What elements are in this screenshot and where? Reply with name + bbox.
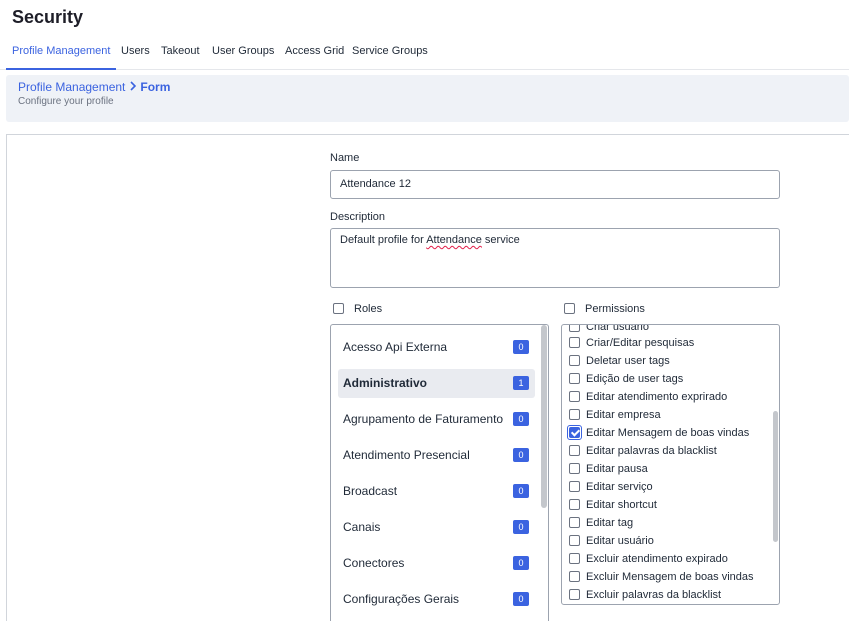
- tab-user-groups[interactable]: User Groups: [212, 33, 274, 70]
- description-label: Description: [330, 211, 386, 223]
- permission-checkbox[interactable]: [569, 337, 580, 348]
- tab-service-groups[interactable]: Service Groups: [352, 33, 428, 70]
- roles-select-all-checkbox[interactable]: [333, 303, 344, 314]
- permission-item[interactable]: Deletar user tags: [562, 352, 767, 370]
- permission-checkbox[interactable]: [569, 391, 580, 402]
- permission-checkbox[interactable]: [569, 463, 580, 474]
- permission-label: Editar tag: [586, 517, 634, 529]
- role-label: Broadcast: [343, 484, 398, 498]
- permission-checkbox[interactable]: [569, 499, 580, 510]
- description-text-start: Default profile for: [340, 234, 427, 246]
- role-item[interactable]: Broadcast 0: [338, 477, 535, 506]
- roles-scrollbar[interactable]: [541, 325, 547, 508]
- role-label: Acesso Api Externa: [343, 340, 448, 354]
- permission-item[interactable]: Editar serviço: [562, 478, 767, 496]
- role-item[interactable]: Canais 0: [338, 513, 535, 542]
- permission-item[interactable]: Editar shortcut: [562, 496, 767, 514]
- permission-item[interactable]: Excluir atendimento expirado: [562, 550, 767, 568]
- role-item[interactable]: Administrativo 1: [338, 369, 535, 398]
- permissions-scrollbar[interactable]: [773, 411, 778, 542]
- role-count-badge: 0: [513, 520, 529, 534]
- role-item[interactable]: Conectores 0: [338, 549, 535, 578]
- permission-label: Editar pausa: [586, 463, 648, 475]
- tab-profile-management[interactable]: Profile Management: [6, 33, 117, 70]
- permission-label: Deletar user tags: [586, 355, 670, 367]
- permission-checkbox[interactable]: [569, 445, 580, 456]
- permission-item[interactable]: Editar usuário: [562, 532, 767, 550]
- permission-checkbox[interactable]: [569, 355, 580, 366]
- permission-checkbox[interactable]: [569, 409, 580, 420]
- permission-checkbox[interactable]: [569, 535, 580, 546]
- permission-label: Editar atendimento exprirado: [586, 391, 728, 403]
- chevron-right-icon: [129, 80, 137, 94]
- tab-bar: Profile Management Users Takeout User Gr…: [0, 33, 849, 70]
- roles-header: Roles: [354, 303, 383, 315]
- description-textarea[interactable]: Default profile for Attendance service: [330, 228, 780, 288]
- permissions-list[interactable]: Criar usuário Criar/Editar pesquisas Del…: [561, 324, 780, 605]
- description-text-end: service: [481, 234, 520, 246]
- permission-checkbox[interactable]: [569, 325, 580, 332]
- permission-item[interactable]: Editar pausa: [562, 460, 767, 478]
- permission-item[interactable]: Editar empresa: [562, 406, 767, 424]
- permission-label: Editar empresa: [586, 409, 661, 421]
- permissions-header: Permissions: [585, 303, 645, 315]
- permission-item[interactable]: Editar palavras da blacklist: [562, 442, 767, 460]
- role-item[interactable]: Configurações Gerais 0: [338, 585, 535, 614]
- role-count-badge: 0: [513, 484, 529, 498]
- permission-label: Editar Mensagem de boas vindas: [586, 427, 750, 439]
- tab-users[interactable]: Users: [121, 33, 150, 70]
- permission-checkbox[interactable]: [569, 481, 580, 492]
- tab-takeout[interactable]: Takeout: [161, 33, 200, 70]
- breadcrumb-subtitle: Configure your profile: [18, 96, 114, 107]
- permission-item[interactable]: Excluir palavras da blacklist: [562, 586, 767, 604]
- role-count-badge: 0: [513, 592, 529, 606]
- permission-checkbox[interactable]: [569, 517, 580, 528]
- permission-label: Editar usuário: [586, 535, 654, 547]
- permission-item[interactable]: Excluir Mensagem de boas vindas: [562, 568, 767, 586]
- permission-item[interactable]: Edição de user tags: [562, 370, 767, 388]
- roles-list[interactable]: Acesso Api Externa 0 Administrativo 1 Agru…: [330, 324, 549, 621]
- permission-label: Edição de user tags: [586, 373, 684, 385]
- role-item[interactable]: Agrupamento de Faturamento 0: [338, 405, 535, 434]
- permission-item[interactable]: Editar tag: [562, 514, 767, 532]
- role-label: Conectores: [343, 556, 405, 570]
- breadcrumb-current: Form: [140, 80, 171, 94]
- role-item[interactable]: Atendimento Presencial 0: [338, 441, 535, 470]
- permission-label: Excluir palavras da blacklist: [586, 589, 722, 601]
- description-misspelled-word: Attendance: [426, 234, 482, 246]
- permission-label: Excluir atendimento expirado: [586, 553, 728, 565]
- permission-label: Editar palavras da blacklist: [586, 445, 717, 457]
- permission-label: Editar shortcut: [586, 499, 657, 511]
- name-input[interactable]: Attendance 12: [330, 170, 780, 199]
- page-title: Security: [12, 7, 84, 27]
- role-item[interactable]: Acesso Api Externa 0: [338, 333, 535, 362]
- permission-checkbox[interactable]: [569, 553, 580, 564]
- permission-label: Excluir Mensagem de boas vindas: [586, 571, 754, 583]
- permissions-select-all-checkbox[interactable]: [564, 303, 575, 314]
- role-label: Agrupamento de Faturamento: [343, 412, 504, 426]
- permission-item[interactable]: Editar Mensagem de boas vindas: [562, 424, 767, 442]
- role-label: Atendimento Presencial: [343, 448, 470, 462]
- role-count-badge: 0: [513, 448, 529, 462]
- name-label: Name: [330, 152, 360, 164]
- permission-item[interactable]: Criar/Editar pesquisas: [562, 334, 767, 352]
- breadcrumb-parent-link[interactable]: Profile Management: [18, 80, 125, 94]
- permission-label: Editar serviço: [586, 481, 653, 493]
- permission-checkbox[interactable]: [569, 571, 580, 582]
- role-count-badge: 0: [513, 556, 529, 570]
- permission-label: Criar/Editar pesquisas: [586, 337, 695, 349]
- breadcrumb-banner: Profile Management Form Configure your pr…: [6, 75, 849, 122]
- role-label: Administrativo: [343, 376, 428, 390]
- role-count-badge: 1: [513, 376, 529, 390]
- permission-item[interactable]: Editar atendimento exprirado: [562, 388, 767, 406]
- permission-checkbox[interactable]: [569, 373, 580, 384]
- role-count-badge: 0: [513, 340, 529, 354]
- tab-access-grid[interactable]: Access Grid: [285, 33, 344, 70]
- permission-checkbox[interactable]: [569, 589, 580, 600]
- permission-checkbox[interactable]: [569, 427, 580, 438]
- breadcrumb: Profile Management Form: [18, 80, 170, 94]
- role-label: Canais: [343, 520, 381, 534]
- role-label: Configurações Gerais: [343, 592, 460, 606]
- role-count-badge: 0: [513, 412, 529, 426]
